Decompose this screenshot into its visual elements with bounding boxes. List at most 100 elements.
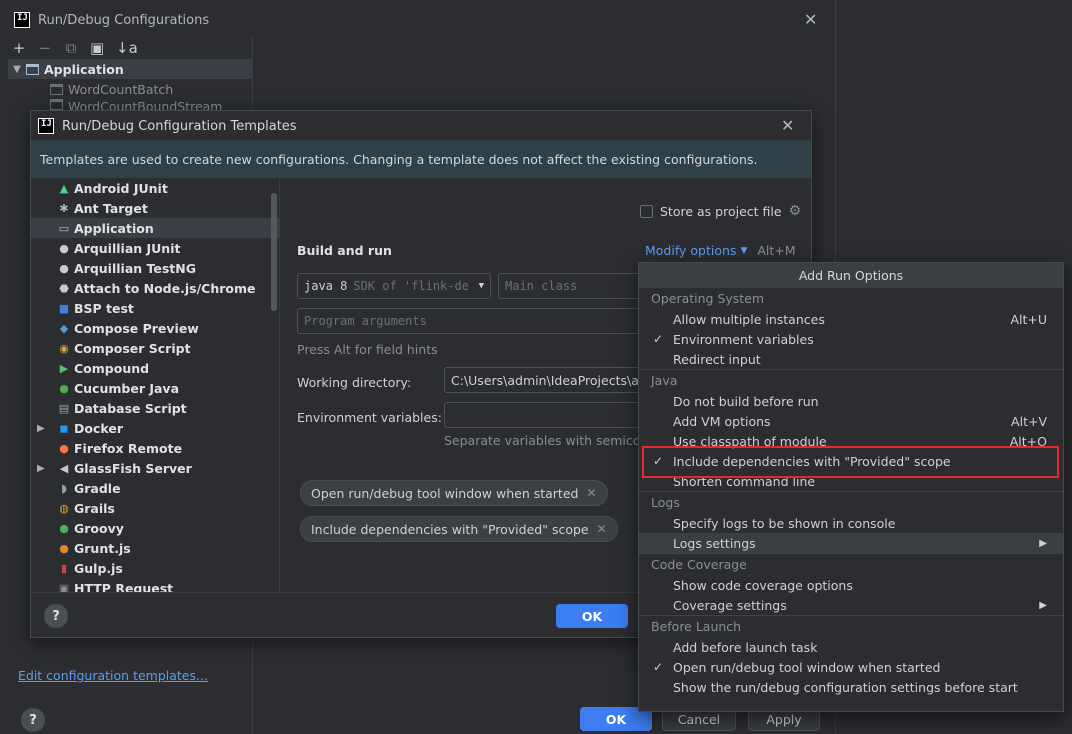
application-icon <box>50 83 63 95</box>
edit-configuration-templates-link[interactable]: Edit configuration templates... <box>18 668 208 683</box>
gear-icon[interactable]: ⚙ <box>789 203 802 219</box>
environment-variables-input[interactable] <box>444 402 670 428</box>
template-item[interactable]: ◍ Grails <box>31 498 279 518</box>
template-item[interactable]: ▶ ◀ GlassFish Server <box>31 458 279 478</box>
template-item-label: BSP test <box>74 300 134 316</box>
new-folder-icon[interactable]: ▣ <box>90 39 104 57</box>
popup-header: Add Run Options <box>639 263 1063 288</box>
template-item[interactable]: ▶ Compound <box>31 358 279 378</box>
template-item-label: Arquillian JUnit <box>74 240 181 256</box>
nodejs-icon: ⬣ <box>59 281 69 295</box>
templates-close-icon[interactable]: ✕ <box>781 116 794 135</box>
chevron-down-icon[interactable]: ▼ <box>740 246 747 256</box>
template-item[interactable]: ● Firefox Remote <box>31 438 279 458</box>
popup-group-title: Java <box>651 373 678 388</box>
popup-menu-item[interactable]: Allow multiple instances Alt+U <box>639 309 1063 329</box>
template-item-label: Application <box>74 220 154 236</box>
templates-ok-button[interactable]: OK <box>556 604 628 628</box>
popup-menu-item[interactable]: ✓ Open run/debug tool window when started <box>639 657 1063 677</box>
popup-menu-item[interactable]: Add before launch task <box>639 637 1063 657</box>
popup-menu-item-label: Add before launch task <box>673 639 818 655</box>
template-item[interactable]: ● Grunt.js <box>31 538 279 558</box>
popup-menu-item[interactable]: Do not build before run <box>639 391 1063 411</box>
template-item-label: Composer Script <box>74 340 191 356</box>
gulp-icon: ▮ <box>60 561 68 575</box>
popup-group: Logs Specify logs to be shown in console L… <box>639 491 1063 553</box>
compose-icon: ◆ <box>59 321 69 335</box>
template-item[interactable]: ● Arquillian JUnit <box>31 238 279 258</box>
template-item[interactable]: ▭ Application <box>31 218 279 238</box>
template-item[interactable]: ● Groovy <box>31 518 279 538</box>
main-class-placeholder: Main class <box>505 279 578 293</box>
add-configuration-icon[interactable]: + <box>12 39 26 57</box>
working-directory-label: Working directory: <box>297 375 412 390</box>
template-item[interactable]: ⬣ Attach to Node.js/Chrome <box>31 278 279 298</box>
templates-info-banner: Templates are used to create new configu… <box>31 140 811 178</box>
template-item-label: Grunt.js <box>74 540 131 556</box>
template-item[interactable]: ▶ ◼ Docker <box>31 418 279 438</box>
popup-body: Operating System Allow multiple instances… <box>639 288 1063 697</box>
template-list: ▲ Android JUnit ✱ Ant Target ▭ Application ● Ar… <box>31 178 279 592</box>
program-arguments-input[interactable]: Program arguments <box>297 308 670 334</box>
jdk-select[interactable]: java 8 SDK of 'flink-demo' ▼ <box>297 273 491 299</box>
chevron-down-icon[interactable]: ▼ <box>8 64 26 75</box>
remove-configuration-icon[interactable]: − <box>38 39 52 57</box>
working-directory-input[interactable]: C:\Users\admin\IdeaProjects\atg <box>444 367 670 393</box>
template-item[interactable]: ✱ Ant Target <box>31 198 279 218</box>
popup-menu-item[interactable]: Show the run/debug configuration setting… <box>639 677 1063 697</box>
template-item[interactable]: ◉ Composer Script <box>31 338 279 358</box>
template-item[interactable]: ● Cucumber Java <box>31 378 279 398</box>
application-icon <box>26 63 39 75</box>
template-item[interactable]: ■ BSP test <box>31 298 279 318</box>
template-item-label: Gradle <box>74 480 121 496</box>
compound-icon: ▶ <box>59 361 69 375</box>
templates-help-button[interactable]: ? <box>44 604 68 628</box>
remove-chip-icon[interactable]: ✕ <box>586 486 596 500</box>
popup-menu-item[interactable]: Add VM options Alt+V <box>639 411 1063 431</box>
template-item[interactable]: ▣ HTTP Request <box>31 578 279 593</box>
grunt-icon: ● <box>59 541 69 555</box>
template-item-label: Android JUnit <box>74 180 168 196</box>
template-item[interactable]: ▲ Android JUnit <box>31 178 279 198</box>
outer-close-icon[interactable]: ✕ <box>804 10 817 29</box>
check-icon: ✓ <box>653 332 664 346</box>
popup-menu-item[interactable]: Specify logs to be shown in console <box>639 513 1063 533</box>
template-item-label: Ant Target <box>74 200 148 216</box>
popup-menu-item[interactable]: Coverage settings ▶ <box>639 595 1063 615</box>
template-item-label: Firefox Remote <box>74 440 183 456</box>
sort-alphabetically-icon[interactable]: ↓a <box>116 39 138 57</box>
ant-icon: ✱ <box>59 201 69 215</box>
popup-menu-item[interactable]: Show code coverage options <box>639 575 1063 595</box>
popup-menu-item-label: Allow multiple instances <box>673 311 825 327</box>
template-item[interactable]: ▤ Database Script <box>31 398 279 418</box>
chevron-right-icon[interactable]: ▶ <box>37 423 45 434</box>
popup-menu-item[interactable]: Logs settings ▶ <box>639 533 1063 553</box>
modify-options-link[interactable]: Modify options <box>645 243 736 258</box>
http-icon: ▣ <box>58 581 70 593</box>
popup-group: Code Coverage Show code coverage options C… <box>639 553 1063 615</box>
chevron-down-icon[interactable]: ▼ <box>479 281 484 291</box>
tree-item-wordcountbatch[interactable]: WordCountBatch <box>8 79 252 99</box>
outer-titlebar: IJ Run/Debug Configurations <box>0 0 835 40</box>
popup-menu-item-shortcut: Alt+V <box>1011 413 1047 429</box>
gradle-icon: ◗ <box>61 481 67 495</box>
template-item[interactable]: ◗ Gradle <box>31 478 279 498</box>
outer-help-button[interactable]: ? <box>21 708 45 732</box>
template-item[interactable]: ◆ Compose Preview <box>31 318 279 338</box>
store-as-project-file-checkbox[interactable] <box>640 204 653 218</box>
copy-configuration-icon[interactable]: ⧉ <box>64 39 78 57</box>
template-item-label: Database Script <box>74 400 187 416</box>
template-item[interactable]: ▮ Gulp.js <box>31 558 279 578</box>
chevron-right-icon[interactable]: ▶ <box>37 463 45 474</box>
jdk-hint: SDK of 'flink-demo' <box>353 279 469 293</box>
remove-chip-icon[interactable]: ✕ <box>597 522 607 536</box>
tree-group-application[interactable]: ▼ Application <box>8 59 252 79</box>
application-icon <box>50 99 63 110</box>
template-item[interactable]: ● Arquillian TestNG <box>31 258 279 278</box>
template-item-label: Groovy <box>74 520 124 536</box>
chip-open-tool-window: Open run/debug tool window when started … <box>300 480 608 506</box>
template-list-scrollbar[interactable] <box>271 193 277 311</box>
popup-menu-item[interactable]: Redirect input <box>639 349 1063 369</box>
arquillian-icon: ● <box>59 261 69 275</box>
popup-menu-item[interactable]: ✓ Environment variables <box>639 329 1063 349</box>
